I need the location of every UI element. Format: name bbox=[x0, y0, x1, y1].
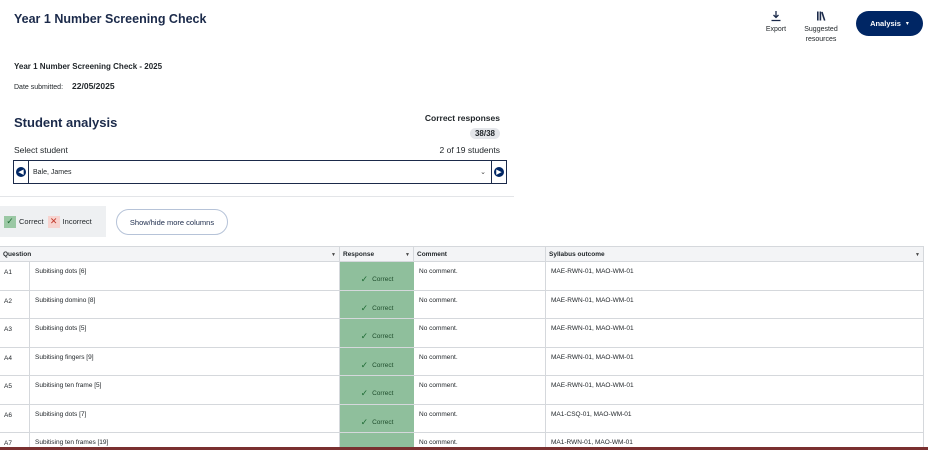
response-header-label: Response bbox=[343, 251, 375, 258]
response-cell[interactable]: ✓Correct bbox=[340, 347, 414, 375]
student-selector: ◀ Bale, James ⌄ ▶ bbox=[13, 160, 507, 184]
question-id: A2 bbox=[0, 290, 30, 318]
previous-student-icon[interactable]: ◀ bbox=[16, 167, 26, 177]
check-icon: ✓ bbox=[360, 274, 369, 285]
date-value: 22/05/2025 bbox=[72, 81, 115, 91]
student-select-dropdown[interactable]: Bale, James ⌄ bbox=[28, 161, 492, 183]
table-row: A3 Subitising dots [5] ✓ Correct No comment.… bbox=[0, 319, 924, 348]
sort-down-icon: ▼ bbox=[405, 251, 410, 258]
question-text: Subitising domino [8] bbox=[30, 290, 340, 318]
column-header-response[interactable]: Response ▼ bbox=[340, 247, 414, 262]
select-student-label: Select student bbox=[14, 145, 68, 155]
question-id: A4 bbox=[0, 347, 30, 375]
correct-responses-badge: 38/38 bbox=[469, 128, 500, 139]
check-icon: ✓ bbox=[360, 331, 369, 342]
question-text: Subitising dots [7] bbox=[30, 404, 340, 432]
table-header: Question ▼ Response ▼ Comment Syllabus o… bbox=[0, 246, 924, 262]
table-row: A2 Subitising domino [8] ✓ Correct No commen… bbox=[0, 290, 924, 319]
question-header-label: Question bbox=[3, 251, 32, 258]
syllabus-cell: MAE-RWN-01, MAO-WM-01 bbox=[546, 290, 924, 318]
syllabus-cell: MAE-RWN-01, MAO-WM-01 bbox=[546, 347, 924, 375]
legend-incorrect: ✕ Incorrect bbox=[47, 215, 92, 228]
syllabus-cell: MAE-RWN-01, MAO-WM-01 bbox=[546, 376, 924, 404]
next-student-icon[interactable]: ▶ bbox=[494, 167, 504, 177]
syllabus-header-label: Syllabus outcome bbox=[549, 251, 605, 258]
check-name: Year 1 Number Screening Check - 2025 bbox=[14, 62, 163, 71]
legend-incorrect-label: Incorrect bbox=[62, 217, 92, 226]
response-value: Correct bbox=[372, 333, 394, 341]
response-value: Correct bbox=[372, 361, 394, 369]
question-id: A3 bbox=[0, 319, 30, 347]
resources-label-line2: resources bbox=[805, 36, 837, 43]
table-row: A6 Subitising dots [7] ✓ Correct No comment.… bbox=[0, 404, 924, 433]
table-body: A1 Subitising dots [6] ✓ Correct No comment.… bbox=[0, 262, 924, 450]
column-header-comment[interactable]: Comment bbox=[414, 247, 546, 262]
sort-down-icon: ▼ bbox=[915, 251, 920, 258]
question-text: Subitising dots [5] bbox=[30, 319, 340, 347]
response-cell[interactable]: ✓Correct bbox=[340, 404, 414, 432]
question-id: A6 bbox=[0, 404, 30, 432]
question-id: A1 bbox=[0, 262, 30, 290]
divider bbox=[0, 196, 514, 197]
question-text: Subitising ten frame [5] bbox=[30, 376, 340, 404]
legend-correct-label: Correct bbox=[19, 217, 44, 226]
response-value: Correct bbox=[372, 390, 394, 398]
export-label: Export bbox=[765, 26, 787, 33]
response-value: Correct bbox=[372, 304, 394, 312]
check-icon: ✓ bbox=[360, 302, 369, 313]
export-button[interactable]: Export bbox=[764, 10, 788, 35]
correct-responses-label: Correct responses bbox=[424, 113, 500, 123]
correct-responses: Correct responses 38/38 bbox=[380, 113, 500, 141]
response-value: Correct bbox=[372, 276, 394, 284]
comment-cell: No comment. bbox=[414, 404, 546, 432]
comment-cell: No comment. bbox=[414, 376, 546, 404]
question-text: Subitising fingers [9] bbox=[30, 347, 340, 375]
response-cell[interactable]: ✓Correct bbox=[340, 262, 414, 290]
comment-cell: No comment. bbox=[414, 347, 546, 375]
response-cell[interactable]: ✓Correct bbox=[340, 319, 414, 347]
books-icon bbox=[817, 11, 826, 21]
column-header-syllabus[interactable]: Syllabus outcome ▼ bbox=[546, 247, 924, 262]
response-cell[interactable]: ✓Correct bbox=[340, 290, 414, 318]
selected-student: Bale, James bbox=[33, 168, 72, 176]
table-row: A5 Subitising ten frame [5] ✓ Correct No com… bbox=[0, 376, 924, 405]
column-header-question[interactable]: Question ▼ bbox=[0, 247, 340, 262]
comment-header-label: Comment bbox=[417, 251, 447, 258]
response-value: Correct bbox=[372, 418, 394, 426]
suggested-resources-button[interactable]: Suggested resources bbox=[800, 10, 842, 45]
comment-cell: No comment. bbox=[414, 262, 546, 290]
results-table: Question ▼ Response ▼ Comment Syllabus o… bbox=[0, 246, 924, 450]
app-title: Year 1 Number Screening Check bbox=[14, 12, 207, 26]
syllabus-cell: MAE-RWN-01, MAO-WM-01 bbox=[546, 319, 924, 347]
check-icon: ✓ bbox=[4, 215, 16, 228]
legend-correct: ✓ Correct bbox=[4, 215, 44, 228]
download-icon bbox=[771, 11, 781, 22]
table-row: A1 Subitising dots [6] ✓ Correct No comment.… bbox=[0, 262, 924, 291]
date-label: Date submitted: bbox=[14, 84, 64, 91]
resources-label-line1: Suggested bbox=[804, 26, 838, 33]
sort-down-icon: ▼ bbox=[331, 251, 336, 258]
check-icon: ✓ bbox=[360, 359, 369, 370]
show-hide-columns-button[interactable]: Show/hide more columns bbox=[116, 209, 228, 235]
response-legend: ✓ Correct ✕ Incorrect bbox=[0, 206, 106, 237]
section-title: Student analysis bbox=[14, 115, 118, 130]
analysis-dropdown-button[interactable]: Analysis ▾ bbox=[856, 11, 923, 36]
cross-icon: ✕ bbox=[47, 215, 60, 228]
date-submitted: Date submitted: 22/05/2025 bbox=[14, 81, 115, 91]
analysis-label: Analysis bbox=[870, 19, 901, 28]
student-count: 2 of 19 students bbox=[439, 145, 501, 155]
comment-cell: No comment. bbox=[414, 290, 546, 318]
syllabus-cell: MA1-CSQ-01, MAO-WM-01 bbox=[546, 404, 924, 432]
caret-down-icon: ▾ bbox=[905, 21, 909, 27]
syllabus-cell: MAE-RWN-01, MAO-WM-01 bbox=[546, 262, 924, 290]
chevron-down-icon: ⌄ bbox=[480, 169, 486, 176]
check-icon: ✓ bbox=[360, 416, 369, 427]
comment-cell: No comment. bbox=[414, 319, 546, 347]
check-icon: ✓ bbox=[360, 388, 369, 399]
response-cell[interactable]: ✓Correct bbox=[340, 376, 414, 404]
question-id: A5 bbox=[0, 376, 30, 404]
question-text: Subitising dots [6] bbox=[30, 262, 340, 290]
table-row: A4 Subitising fingers [9] ✓ Correct No comme… bbox=[0, 347, 924, 376]
